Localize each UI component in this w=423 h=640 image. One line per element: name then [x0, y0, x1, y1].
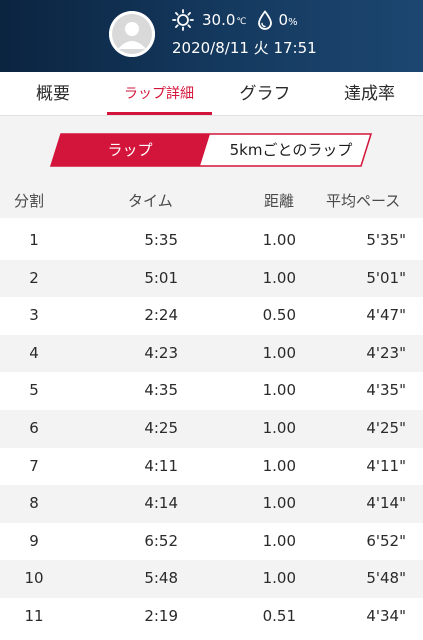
lap-distance: 0.51 — [262, 606, 296, 625]
lap-time: 4:11 — [144, 456, 178, 475]
lap-time: 4:14 — [144, 494, 178, 513]
split-number: 11 — [24, 606, 44, 625]
header-time: タイム — [128, 192, 173, 210]
avg-pace: 5'01" — [366, 268, 406, 287]
split-number: 4 — [29, 343, 39, 362]
water-drop-icon — [257, 10, 272, 30]
table-row: 5 4:35 1.00 4'35" — [0, 372, 423, 410]
avg-pace: 4'35" — [366, 381, 406, 400]
avg-pace: 4'11" — [366, 456, 406, 475]
lap-time: 2:19 — [144, 606, 178, 625]
avg-pace: 4'14" — [366, 494, 406, 513]
tab-lap-details[interactable]: ラップ詳細 — [106, 72, 212, 116]
avg-pace: 4'23" — [366, 343, 406, 362]
temperature-value: 30.0 — [202, 11, 236, 29]
split-number: 6 — [29, 418, 39, 437]
lap-distance: 1.00 — [262, 456, 296, 475]
lap-time: 6:52 — [144, 531, 178, 550]
split-number: 5 — [29, 381, 39, 400]
lap-table: 1 5:35 1.00 5'35" 2 5:01 1.00 5'01" 3 2:24 0.50 4'4… — [0, 222, 423, 636]
tab-bar: 概要 ラップ詳細 グラフ 達成率 — [0, 72, 423, 116]
split-number: 7 — [29, 456, 39, 475]
lap-distance: 1.00 — [262, 494, 296, 513]
tab-graph[interactable]: グラフ — [212, 72, 318, 116]
temperature-unit: ℃ — [236, 17, 247, 27]
segment-lap-button[interactable]: ラップ — [50, 133, 210, 167]
lap-distance: 1.00 — [262, 231, 296, 249]
split-number: 3 — [29, 306, 39, 325]
lap-time: 5:48 — [144, 569, 178, 588]
lap-distance: 1.00 — [262, 418, 296, 437]
table-row: 2 5:01 1.00 5'01" — [0, 259, 423, 298]
activity-datetime: 2020/8/11 火 17:51 — [172, 39, 317, 57]
header-avg-pace: 平均ペース — [326, 192, 401, 210]
avg-pace: 4'47" — [366, 306, 406, 325]
table-row: 3 2:24 0.50 4'47" — [0, 297, 423, 335]
table-row: 6 4:25 1.00 4'25" — [0, 409, 423, 448]
lap-time: 4:35 — [144, 381, 178, 400]
avg-pace: 4'34" — [366, 606, 406, 625]
header-split: 分割 — [14, 192, 45, 210]
lap-distance: 0.50 — [262, 306, 296, 325]
avg-pace: 4'25" — [366, 418, 406, 437]
table-row: 9 6:52 1.00 6'52" — [0, 523, 423, 561]
table-row: 7 4:11 1.00 4'11" — [0, 448, 423, 486]
segment-5km-lap-button[interactable]: 5kmごとのラップ — [210, 133, 372, 167]
table-row: 11 2:19 0.51 4'34" — [0, 598, 423, 636]
weather-summary: 30.0 ℃ 0 % — [172, 9, 298, 31]
lap-distance: 1.00 — [262, 531, 296, 550]
avg-pace: 5'35" — [366, 231, 406, 249]
app-header: 30.0 ℃ 0 % 2020/8/11 火 17:51 — [0, 0, 423, 72]
avg-pace: 6'52" — [366, 531, 406, 550]
lap-distance: 1.00 — [262, 381, 296, 400]
tab-achievement[interactable]: 達成率 — [316, 72, 423, 116]
user-avatar-icon[interactable] — [109, 11, 155, 57]
avg-pace: 5'48" — [366, 569, 406, 588]
lap-time: 4:25 — [144, 418, 178, 437]
humidity-value: 0 — [278, 11, 289, 29]
tab-overview[interactable]: 概要 — [0, 72, 106, 116]
split-number: 2 — [29, 268, 39, 287]
lap-time: 5:01 — [144, 268, 178, 287]
table-row: 8 4:14 1.00 4'14" — [0, 485, 423, 523]
lap-time: 4:23 — [144, 343, 178, 362]
table-row: 10 5:48 1.00 5'48" — [0, 560, 423, 598]
split-number: 10 — [24, 569, 44, 588]
table-header: 分割 タイム 距離 平均ペース — [0, 184, 423, 218]
lap-distance: 1.00 — [262, 569, 296, 588]
split-number: 1 — [29, 231, 39, 249]
lap-type-segmented-control: ラップ 5kmごとのラップ — [50, 133, 372, 167]
segment-panel: ラップ 5kmごとのラップ — [0, 116, 423, 184]
table-row: 4 4:23 1.00 4'23" — [0, 334, 423, 373]
table-row: 1 5:35 1.00 5'35" — [0, 222, 423, 260]
lap-distance: 1.00 — [262, 343, 296, 362]
lap-distance: 1.00 — [262, 268, 296, 287]
split-number: 8 — [29, 494, 39, 513]
lap-time: 2:24 — [144, 306, 178, 325]
split-number: 9 — [29, 531, 39, 550]
sun-icon — [172, 9, 194, 31]
active-tab-indicator — [107, 112, 212, 115]
lap-time: 5:35 — [144, 231, 178, 249]
humidity-unit: % — [288, 16, 298, 28]
header-distance: 距離 — [264, 192, 295, 210]
